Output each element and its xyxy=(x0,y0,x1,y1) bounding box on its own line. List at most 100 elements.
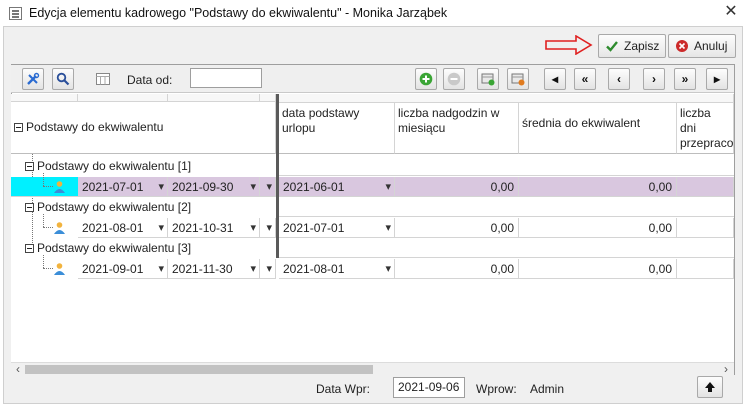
add-record-button[interactable] xyxy=(477,68,499,90)
collapse-icon[interactable] xyxy=(25,161,34,171)
calendar-icon xyxy=(96,73,110,85)
app-window-icon xyxy=(9,7,22,20)
collapse-icon[interactable] xyxy=(14,123,23,132)
tree-connector xyxy=(43,227,53,228)
table-row[interactable]: 2021-07-01 2021-09-30 2021-06-01 0,00 0,… xyxy=(11,173,734,197)
group-row-filler xyxy=(279,156,734,176)
data-grid: Podstawy do ekwiwalentu data podstawy ur… xyxy=(11,94,734,362)
date-from-cell[interactable]: 2021-09-01 xyxy=(78,259,168,279)
window-title: Edycja elementu kadrowego "Podstawy do e… xyxy=(29,6,448,20)
group-row-filler xyxy=(279,238,734,258)
nadgodzin-cell[interactable]: 0,00 xyxy=(395,218,519,238)
header-strip xyxy=(168,94,260,102)
calendar-button[interactable] xyxy=(92,68,114,90)
dni-cell[interactable] xyxy=(677,218,734,238)
hint-arrow-icon xyxy=(545,35,593,55)
add-record-icon xyxy=(481,73,495,86)
nav-next-page-button[interactable]: » xyxy=(674,68,696,90)
tree-group-node[interactable]: Podstawy do ekwiwalentu [1] xyxy=(25,156,191,176)
srednia-cell[interactable]: 0,00 xyxy=(519,218,677,238)
search-button[interactable] xyxy=(52,68,74,90)
remove-circle-icon xyxy=(447,72,461,86)
delete-record-button[interactable] xyxy=(507,68,529,90)
column-header-srednia[interactable]: średnia do ekwiwalent xyxy=(519,102,677,154)
srednia-cell[interactable]: 0,00 xyxy=(519,177,677,197)
collapse-icon[interactable] xyxy=(25,202,34,212)
nav-prev-button[interactable]: ‹ xyxy=(608,68,630,90)
dni-cell[interactable] xyxy=(677,259,734,279)
tree-group-label: Podstawy do ekwiwalentu [2] xyxy=(37,200,192,214)
urlop-date-cell[interactable]: 2021-08-01 xyxy=(279,259,395,279)
tree-connector xyxy=(43,186,53,187)
column-header-urlop[interactable]: data podstawy urlopu xyxy=(279,102,395,154)
tree-connector xyxy=(43,214,44,227)
cancel-circle-icon xyxy=(676,40,688,52)
column-header-dni[interactable]: liczba dni przepraco xyxy=(677,102,734,154)
nadgodzin-cell[interactable]: 0,00 xyxy=(395,177,519,197)
save-button-label: Zapisz xyxy=(624,39,660,53)
wprow-value: Admin xyxy=(530,382,565,396)
tree-group-node[interactable]: Podstawy do ekwiwalentu [3] xyxy=(25,238,191,258)
frozen-column-divider[interactable] xyxy=(276,94,279,258)
table-row[interactable]: 2021-09-01 2021-11-30 2021-08-01 0,00 0,… xyxy=(11,255,734,279)
tree-group-label: Podstawy do ekwiwalentu [1] xyxy=(37,159,192,173)
remove-button[interactable] xyxy=(443,68,465,90)
wprow-label: Wprow: xyxy=(476,382,517,396)
row-selector-cell[interactable] xyxy=(11,177,78,197)
nav-first-button[interactable]: ◂ xyxy=(544,68,566,90)
date-to-cell[interactable]: 2021-09-30 xyxy=(168,177,260,197)
collapse-icon[interactable] xyxy=(25,243,34,253)
delete-record-icon xyxy=(511,73,525,86)
date-to-cell[interactable]: 2021-11-30 xyxy=(168,259,260,279)
horizontal-scrollbar[interactable]: ‹ › xyxy=(11,362,734,376)
tree-connector xyxy=(43,255,44,268)
header-strip-right xyxy=(279,94,734,103)
date-from-input[interactable] xyxy=(190,68,262,88)
close-icon[interactable]: ✕ xyxy=(722,3,740,21)
checkmark-icon xyxy=(606,41,618,52)
up-button[interactable] xyxy=(697,376,723,398)
scroll-right-icon[interactable]: › xyxy=(720,362,732,376)
data-wpr-field[interactable]: 2021-09-06 xyxy=(393,377,465,398)
srednia-cell[interactable]: 0,00 xyxy=(519,259,677,279)
column-header-nadgodzin[interactable]: liczba nadgodzin w miesiącu xyxy=(395,102,519,154)
scrollbar-thumb[interactable] xyxy=(25,365,373,374)
date-from-label: Data od: xyxy=(127,73,173,87)
urlop-date-cell[interactable]: 2021-07-01 xyxy=(279,218,395,238)
header-strip xyxy=(260,94,276,102)
header-strip xyxy=(11,94,78,102)
group-row-filler xyxy=(279,197,734,217)
arrow-up-icon xyxy=(705,382,715,392)
urlop-date-cell[interactable]: 2021-06-01 xyxy=(279,177,395,197)
dni-cell[interactable] xyxy=(677,177,734,197)
column-header-tree[interactable]: Podstawy do ekwiwalentu xyxy=(11,102,276,154)
nav-next-button[interactable]: › xyxy=(643,68,665,90)
scroll-left-icon[interactable]: ‹ xyxy=(12,362,24,376)
save-button[interactable]: Zapisz xyxy=(598,34,666,58)
search-icon xyxy=(56,72,70,86)
person-icon xyxy=(54,222,65,234)
tree-group-label: Podstawy do ekwiwalentu [3] xyxy=(37,241,192,255)
table-row[interactable]: 2021-08-01 2021-10-31 2021-07-01 0,00 0,… xyxy=(11,214,734,238)
dropdown-cell[interactable] xyxy=(260,177,276,197)
person-icon xyxy=(54,263,65,275)
tree-group-node[interactable]: Podstawy do ekwiwalentu [2] xyxy=(25,197,191,217)
cancel-button[interactable]: Anuluj xyxy=(668,34,736,58)
date-from-cell[interactable]: 2021-08-01 xyxy=(78,218,168,238)
column-header-tree-label: Podstawy do ekwiwalentu xyxy=(26,120,164,134)
tools-icon xyxy=(27,72,40,85)
cancel-button-label: Anuluj xyxy=(694,39,728,53)
dropdown-cell[interactable] xyxy=(260,218,276,238)
nav-prev-page-button[interactable]: « xyxy=(574,68,596,90)
add-button[interactable] xyxy=(415,68,437,90)
nav-last-button[interactable]: ▸ xyxy=(706,68,728,90)
nadgodzin-cell[interactable]: 0,00 xyxy=(395,259,519,279)
tree-connector xyxy=(43,268,53,269)
date-to-cell[interactable]: 2021-10-31 xyxy=(168,218,260,238)
tools-button[interactable] xyxy=(22,68,44,90)
date-from-cell[interactable]: 2021-07-01 xyxy=(78,177,168,197)
data-wpr-label: Data Wpr: xyxy=(316,382,371,396)
dropdown-cell[interactable] xyxy=(260,259,276,279)
person-icon xyxy=(54,181,65,193)
header-strip xyxy=(78,94,168,102)
